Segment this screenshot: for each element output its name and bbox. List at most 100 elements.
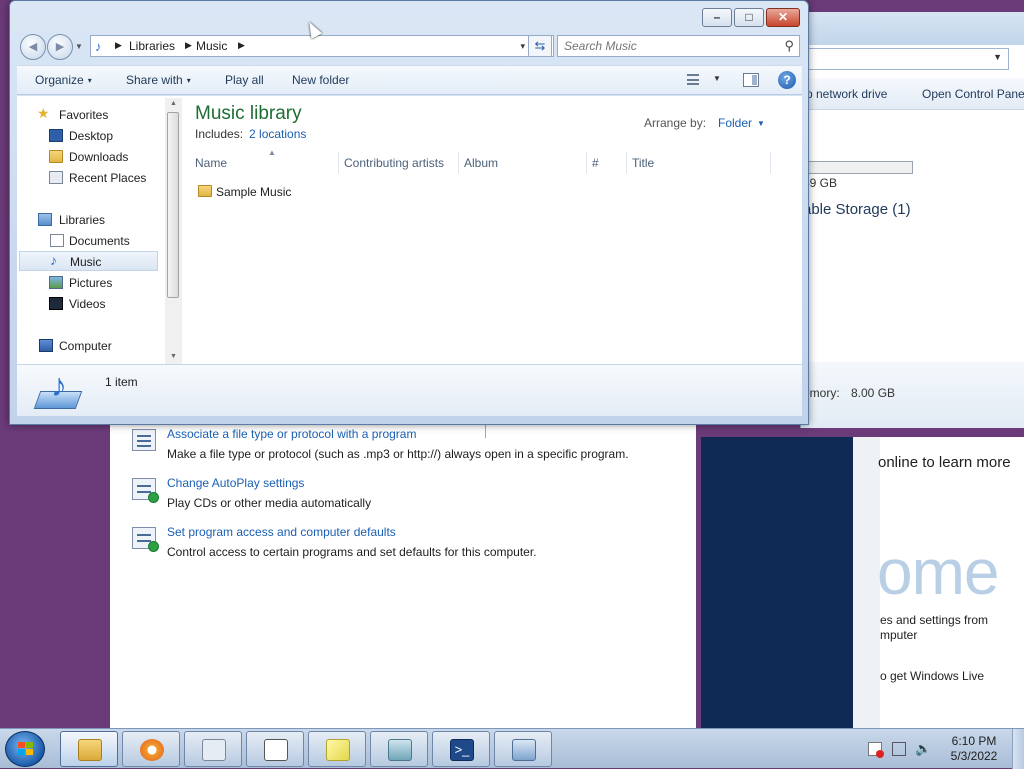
taskbar-calculator[interactable] <box>184 731 242 767</box>
nav-videos[interactable]: Videos <box>17 294 157 314</box>
column-divider[interactable] <box>770 152 771 174</box>
nav-downloads[interactable]: Downloads <box>17 147 157 167</box>
memory-value: 8.00 GB <box>851 386 896 400</box>
map-network-drive-button[interactable]: p network drive <box>806 87 887 101</box>
new-folder-button[interactable]: New folder <box>292 73 349 87</box>
clock-date: 5/3/2022 <box>950 749 998 763</box>
recent-pages-dropdown-icon[interactable]: ▼ <box>75 42 83 51</box>
welcome-windows-live-text[interactable]: o get Windows Live <box>880 669 984 683</box>
nav-desktop[interactable]: Desktop <box>17 126 157 146</box>
column-contributing-artists[interactable]: Contributing artists <box>344 156 444 170</box>
nav-recent-places[interactable]: Recent Places <box>17 168 157 188</box>
documents-icon <box>50 234 64 247</box>
powershell-icon: >_ <box>450 739 474 761</box>
start-button[interactable] <box>5 731 45 767</box>
videos-icon <box>49 297 63 310</box>
taskbar-control-panel[interactable] <box>494 731 552 767</box>
pictures-icon <box>49 276 63 289</box>
breadcrumb-separator-icon[interactable]: ▶ <box>185 40 192 51</box>
maximize-button[interactable]: □ <box>734 8 764 27</box>
nav-pictures[interactable]: Pictures <box>17 273 157 293</box>
breadcrumb-music[interactable]: Music <box>196 39 227 53</box>
change-autoplay-link[interactable]: Change AutoPlay settings <box>167 476 304 490</box>
change-autoplay-desc: Play CDs or other media automatically <box>167 496 372 510</box>
taskbar-powershell[interactable]: >_ <box>432 731 490 767</box>
taskbar-sticky-notes[interactable] <box>308 731 366 767</box>
show-desktop-button[interactable] <box>1012 729 1024 769</box>
search-box[interactable]: ⚲ <box>557 35 800 57</box>
scrollbar-thumb[interactable] <box>167 112 179 298</box>
chevron-down-icon: ▾ <box>186 76 191 85</box>
details-pane: ♪ 1 item <box>17 364 802 416</box>
nav-music[interactable]: ♪ Music <box>19 251 158 271</box>
search-input[interactable] <box>564 38 769 54</box>
volume-icon[interactable]: 🔈 <box>915 742 931 756</box>
removable-storage-group-header[interactable]: able Storage (1) <box>803 201 911 218</box>
organize-button[interactable]: Organize ▾ <box>35 73 92 87</box>
library-locations-link[interactable]: 2 locations <box>249 127 306 141</box>
program-defaults-link[interactable]: Set program access and computer defaults <box>167 525 396 539</box>
media-player-icon <box>140 739 164 761</box>
column-divider[interactable] <box>586 152 587 174</box>
column-name[interactable]: Name <box>195 156 227 170</box>
welcome-learn-more-text: online to learn more <box>878 454 1011 471</box>
music-library-large-icon: ♪ <box>33 367 83 413</box>
breadcrumb-separator-icon[interactable]: ▶ <box>238 40 245 51</box>
includes-label: Includes: <box>195 127 244 141</box>
taskbar-media-player[interactable] <box>122 731 180 767</box>
computer-titlebar <box>801 12 1024 45</box>
refresh-icon: ⇆ <box>534 38 546 53</box>
help-icon[interactable]: ? <box>778 71 796 89</box>
column-divider[interactable] <box>626 152 627 174</box>
cp-item-autoplay: Change AutoPlay settings Play CDs or oth… <box>132 476 692 520</box>
open-control-panel-button[interactable]: Open Control Panel <box>922 87 1024 101</box>
refresh-button[interactable]: ⇆ <box>528 35 552 57</box>
chevron-down-icon: ▾ <box>87 76 92 85</box>
scroll-up-icon[interactable]: ▲ <box>165 100 182 107</box>
preview-pane-icon[interactable] <box>743 73 759 87</box>
cp-item-defaults: Set program access and computer defaults… <box>132 525 692 569</box>
taskbar-solitaire[interactable] <box>246 731 304 767</box>
view-options-dropdown-icon[interactable]: ▼ <box>713 74 721 83</box>
sort-ascending-icon: ▲ <box>268 148 276 157</box>
taskbar-explorer[interactable] <box>60 731 118 767</box>
address-bar[interactable]: ♪ ▶ Libraries ▶ Music ▶ ▾ <box>90 35 554 57</box>
action-center-flag-icon[interactable] <box>868 742 884 758</box>
file-association-icon <box>132 429 156 451</box>
change-view-icon[interactable] <box>687 74 699 85</box>
nav-computer-label: Computer <box>59 339 112 353</box>
back-button[interactable]: ◀ <box>20 34 46 60</box>
nav-pane-scrollbar[interactable]: ▲ ▼ <box>165 98 182 364</box>
close-button[interactable]: ✕ <box>766 8 800 27</box>
address-dropdown-icon[interactable]: ▾ <box>520 41 525 52</box>
minimize-button[interactable]: – <box>702 8 732 27</box>
forward-button[interactable]: ▶ <box>47 34 73 60</box>
search-icon[interactable]: ⚲ <box>784 38 794 54</box>
file-row-sample-music[interactable]: Sample Music <box>195 182 345 202</box>
breadcrumb-separator-icon[interactable]: ▶ <box>115 40 122 51</box>
nav-documents[interactable]: Documents <box>17 231 157 251</box>
column-track-number[interactable]: # <box>592 156 599 170</box>
column-divider[interactable] <box>338 152 339 174</box>
arrange-by-dropdown[interactable]: Folder ▼ <box>718 116 765 130</box>
network-icon[interactable] <box>892 742 906 756</box>
scroll-down-icon[interactable]: ▼ <box>165 353 182 360</box>
associate-file-type-link[interactable]: Associate a file type or protocol with a… <box>167 427 416 441</box>
nav-computer[interactable]: Computer <box>17 336 157 356</box>
column-album[interactable]: Album <box>464 156 498 170</box>
nav-libraries[interactable]: Libraries <box>17 210 157 230</box>
system-clock[interactable]: 6:10 PM 5/3/2022 <box>944 734 1004 764</box>
column-title[interactable]: Title <box>632 156 654 170</box>
library-includes: Includes: 2 locations <box>195 127 306 141</box>
play-all-button[interactable]: Play all <box>225 73 264 87</box>
nav-favorites[interactable]: ★ Favorites <box>17 105 157 125</box>
computer-address-bar[interactable]: ▼ <box>801 48 1009 70</box>
navigation-pane: ★ Favorites Desktop Downloads Recent Plac… <box>17 96 182 364</box>
command-bar: Organize ▾ Share with ▾ Play all New folde… <box>17 65 802 95</box>
taskbar-media-center[interactable] <box>370 731 428 767</box>
column-divider[interactable] <box>458 152 459 174</box>
computer-icon <box>39 339 53 352</box>
breadcrumb-libraries[interactable]: Libraries <box>129 39 175 53</box>
share-with-button[interactable]: Share with ▾ <box>126 73 191 87</box>
address-dropdown-arrow-icon[interactable]: ▼ <box>993 52 1002 62</box>
